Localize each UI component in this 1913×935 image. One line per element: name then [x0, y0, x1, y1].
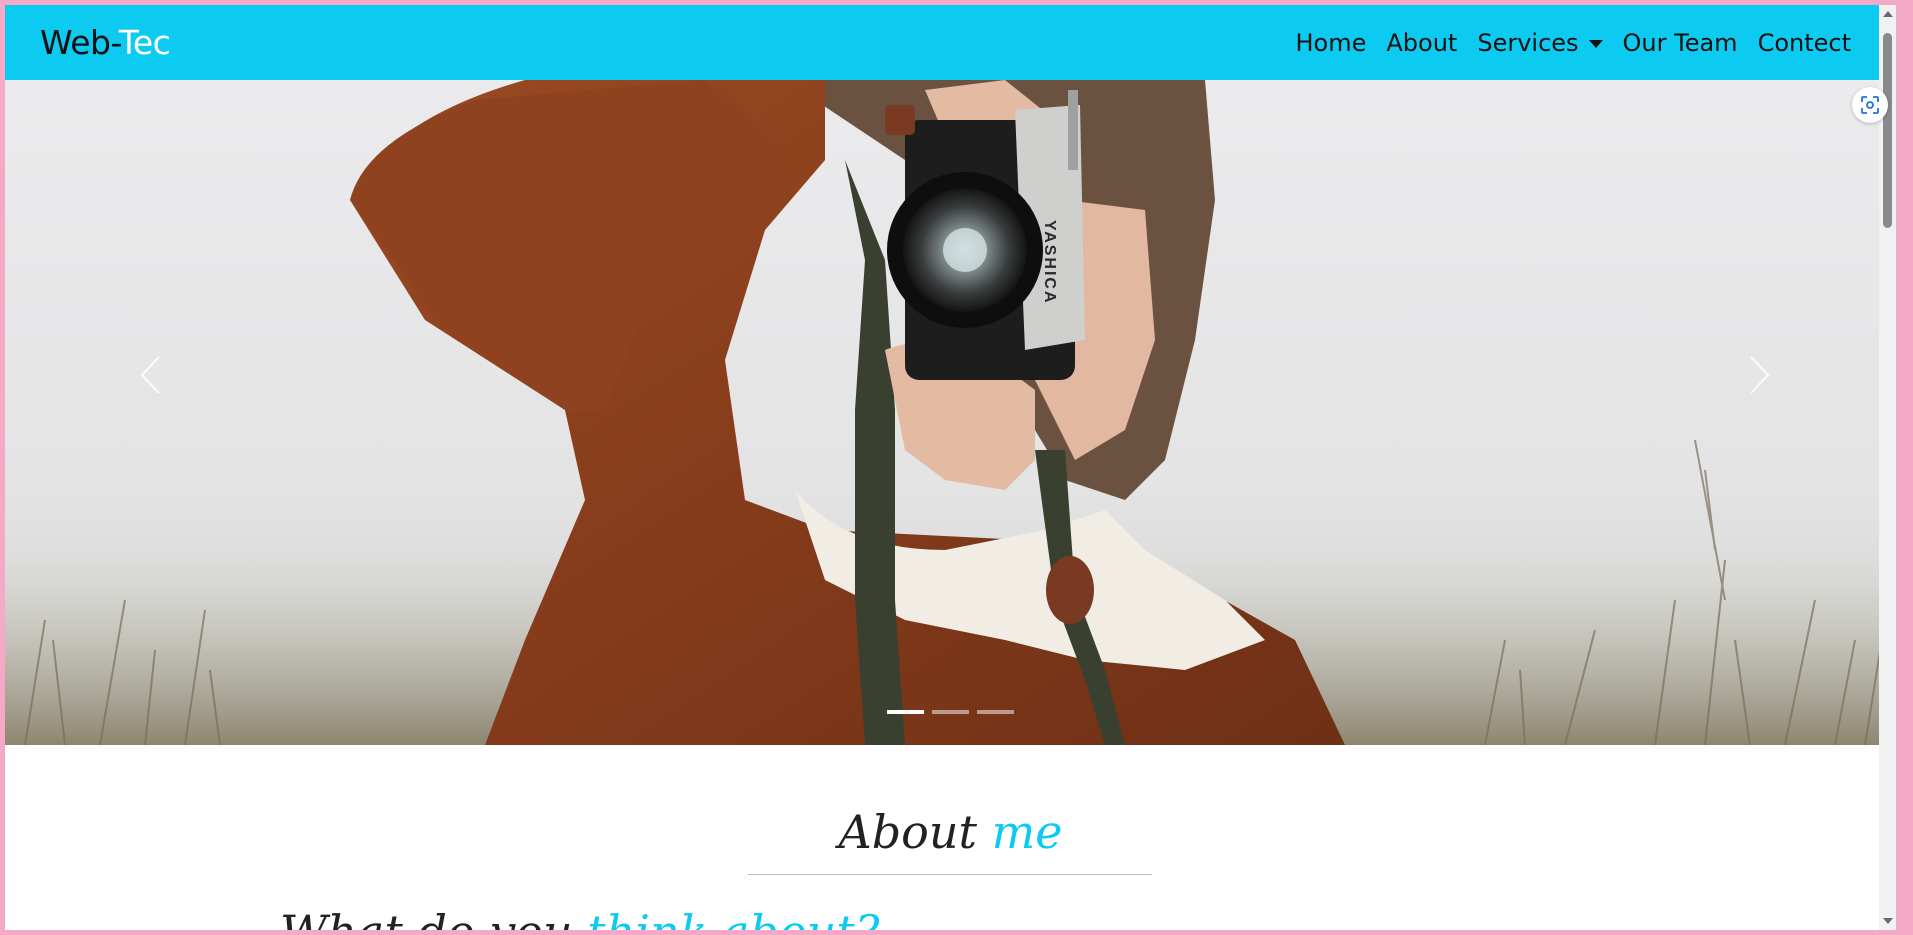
hero-carousel: YASHICA: [5, 80, 1896, 745]
scrollbar-thumb[interactable]: [1883, 33, 1892, 228]
nav-link-contact[interactable]: Contect: [1758, 29, 1851, 57]
nav-link-home[interactable]: Home: [1295, 29, 1366, 57]
brand-accent-text: Tec: [118, 23, 171, 62]
scroll-up-arrow-icon[interactable]: [1883, 11, 1893, 17]
page-viewport: Web-Tec Home About Services Our Team Con…: [5, 5, 1896, 930]
nav-link-services-label: Services: [1477, 28, 1579, 57]
nav-links: Home About Services Our Team Contect: [1295, 5, 1851, 80]
carousel-indicator-1[interactable]: [887, 710, 924, 714]
nav-link-our-team[interactable]: Our Team: [1623, 29, 1738, 57]
caret-down-icon: [1588, 39, 1603, 48]
carousel-slide-image: YASHICA: [5, 80, 1896, 745]
nav-dropdown-services[interactable]: Services: [1477, 28, 1603, 57]
screenshot-focus-button[interactable]: [1852, 87, 1888, 123]
about-subtitle: What do you think about?: [280, 905, 879, 930]
carousel-indicator-3[interactable]: [977, 710, 1014, 714]
carousel-indicators: [887, 710, 1014, 714]
chevron-left-icon: [140, 356, 160, 394]
page-scrollbar[interactable]: [1879, 5, 1896, 930]
carousel-next-button[interactable]: [1730, 345, 1790, 405]
screenshot-focus-icon: [1861, 96, 1879, 114]
chevron-right-icon: [1750, 356, 1770, 394]
about-title-main: About: [838, 805, 977, 859]
camera-brand-label: YASHICA: [1041, 220, 1058, 305]
about-section-title: About me: [5, 805, 1896, 859]
nav-link-about[interactable]: About: [1386, 29, 1457, 57]
about-subtitle-main: What do you: [280, 905, 573, 930]
about-subtitle-accent: think about?: [587, 905, 879, 930]
navbar: Web-Tec Home About Services Our Team Con…: [5, 5, 1896, 80]
about-title-accent: me: [991, 805, 1063, 859]
brand-logo[interactable]: Web-Tec: [40, 23, 171, 62]
carousel-indicator-2[interactable]: [932, 710, 969, 714]
about-title-divider: [748, 874, 1152, 875]
scroll-down-arrow-icon[interactable]: [1883, 918, 1893, 924]
brand-main-text: Web-: [40, 23, 119, 62]
carousel-prev-button[interactable]: [120, 345, 180, 405]
